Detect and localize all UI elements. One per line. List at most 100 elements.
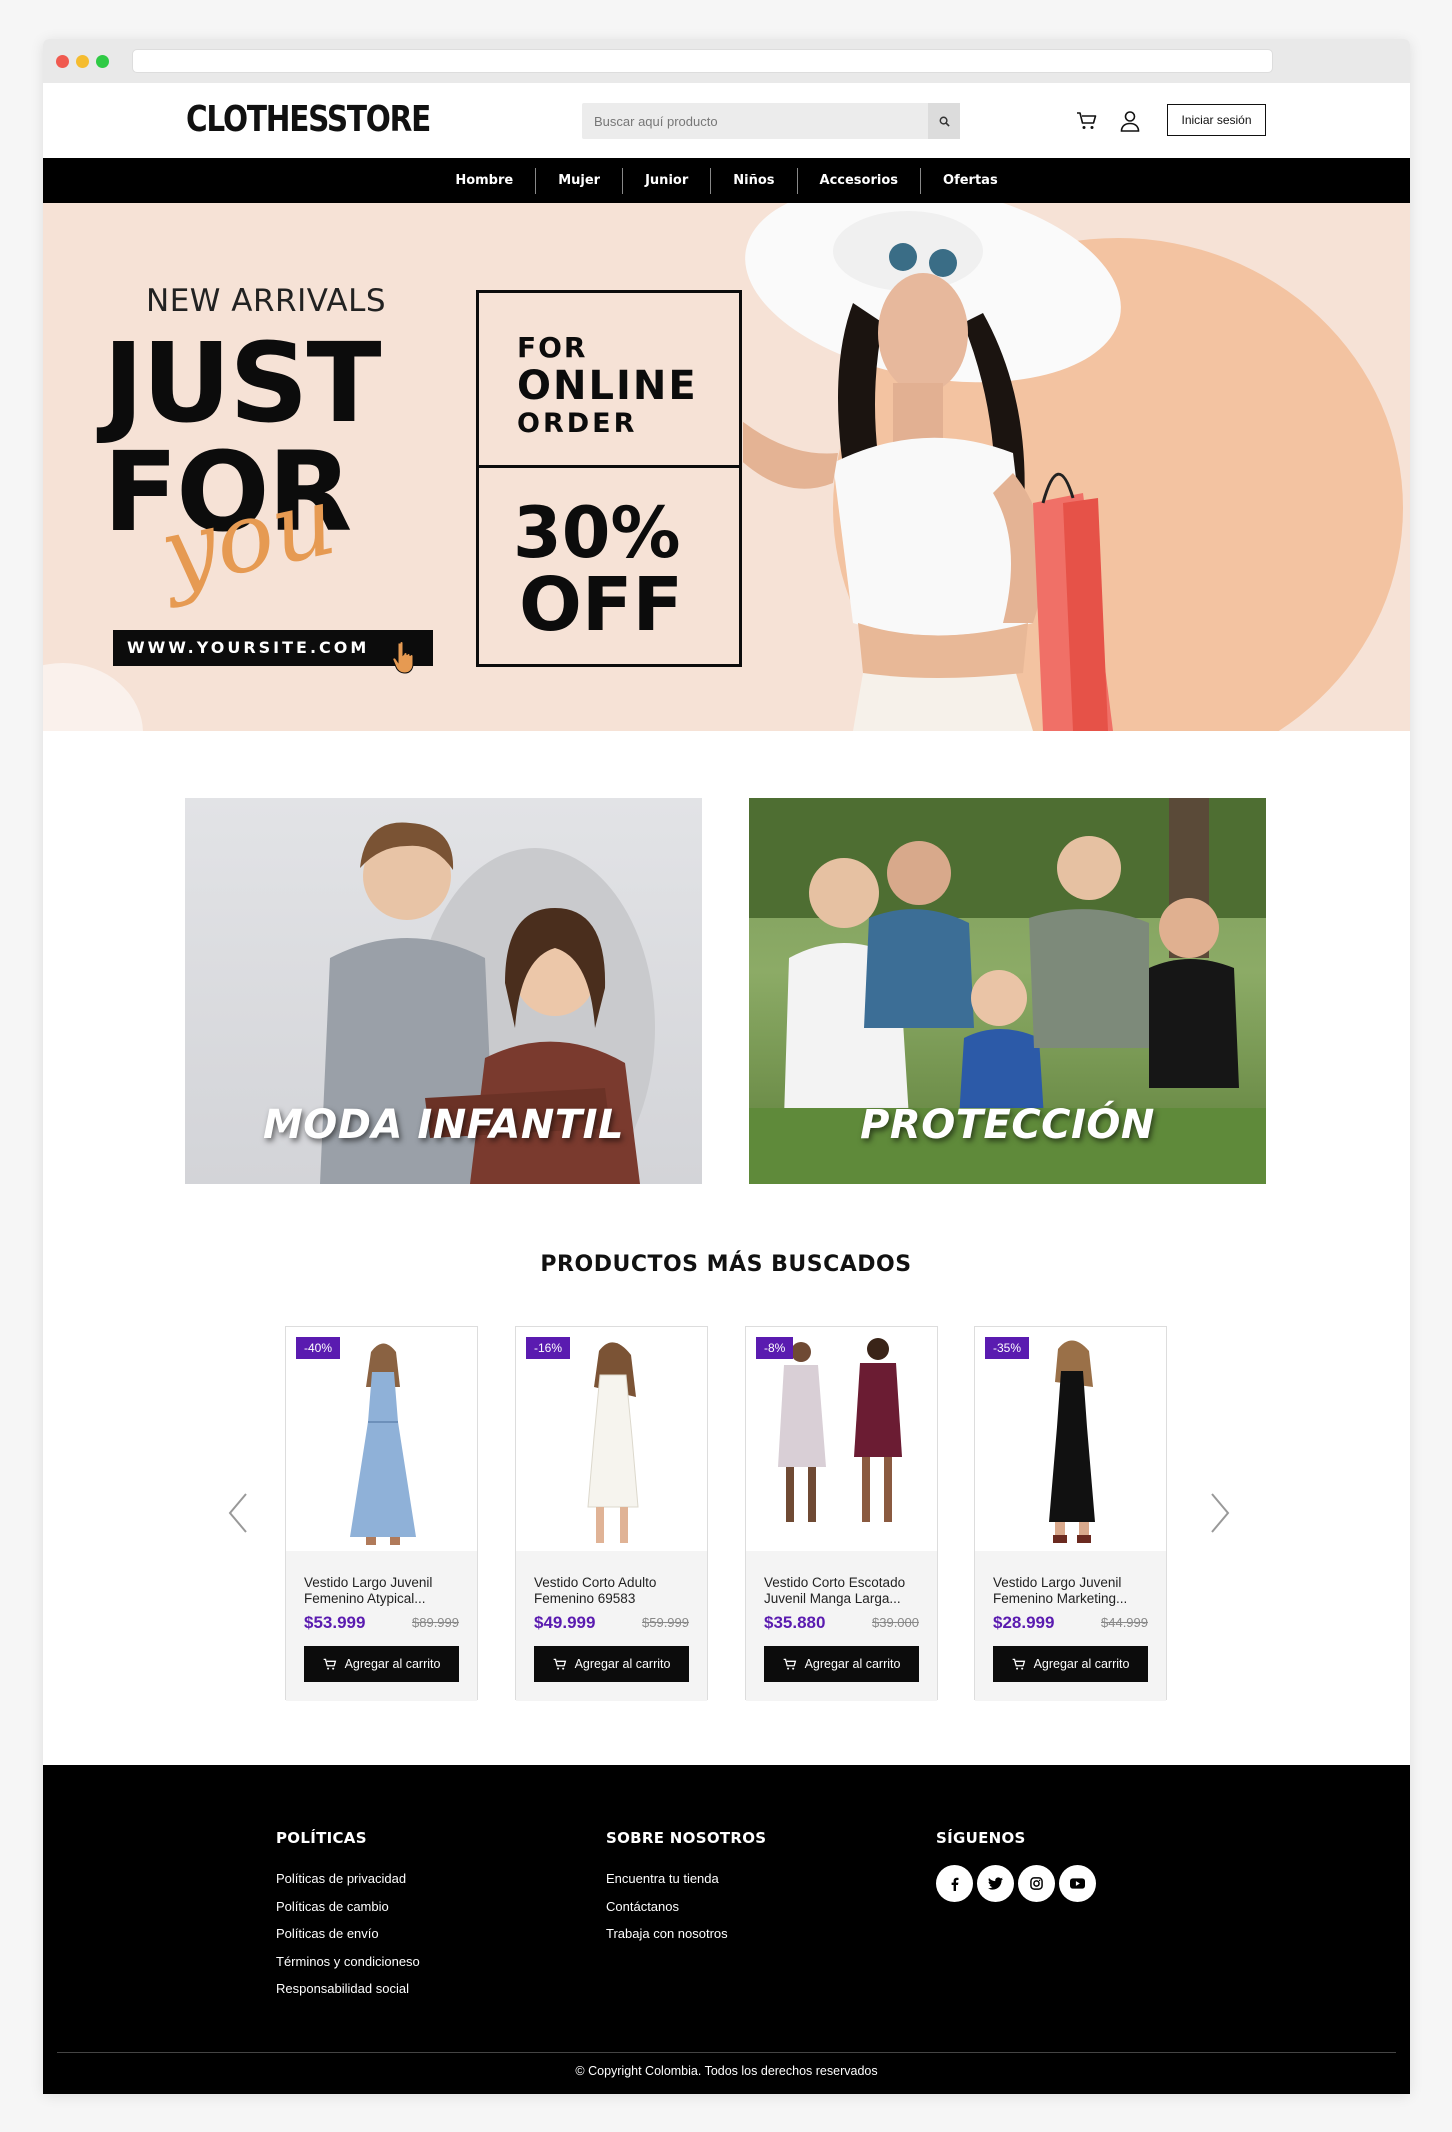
product-image[interactable]: -35% bbox=[975, 1327, 1166, 1551]
product-name[interactable]: Vestido Largo Juvenil Femenino Atypical.… bbox=[304, 1575, 464, 1607]
product-old-price: $89.999 bbox=[412, 1615, 459, 1630]
category-kids-label: MODA INFANTIL bbox=[262, 1102, 624, 1148]
carousel-next-icon[interactable] bbox=[1204, 1488, 1234, 1538]
footer-link-terms[interactable]: Términos y condicioneso bbox=[276, 1948, 420, 1976]
footer-policies: POLÍTICAS Políticas de privacidad Políti… bbox=[276, 1829, 420, 2003]
search-button[interactable] bbox=[928, 103, 960, 139]
add-to-cart-label: Agregar al carrito bbox=[344, 1657, 441, 1671]
add-to-cart-button[interactable]: Agregar al carrito bbox=[304, 1646, 459, 1682]
product-image[interactable]: -16% bbox=[516, 1327, 707, 1551]
cart-icon bbox=[783, 1658, 796, 1670]
add-to-cart-button[interactable]: Agregar al carrito bbox=[534, 1646, 689, 1682]
product-old-price: $44.999 bbox=[1101, 1615, 1148, 1630]
footer-link-contact[interactable]: Contáctanos bbox=[606, 1893, 766, 1921]
nav-item-ofertas[interactable]: Ofertas bbox=[921, 168, 1020, 194]
products-section-title: PRODUCTOS MÁS BUSCADOS bbox=[540, 1252, 912, 1277]
address-bar[interactable] bbox=[132, 49, 1273, 73]
promo-online: ONLINE bbox=[517, 363, 698, 409]
nav-item-hombre[interactable]: Hombre bbox=[433, 167, 537, 194]
product-card[interactable]: -8% Vestido Corto Escotado Juvenil Manga… bbox=[745, 1326, 938, 1701]
footer-link-social-responsibility[interactable]: Responsabilidad social bbox=[276, 1975, 420, 2003]
add-to-cart-button[interactable]: Agregar al carrito bbox=[764, 1646, 919, 1682]
cart-button[interactable] bbox=[1074, 108, 1100, 134]
login-button[interactable]: Iniciar sesión bbox=[1167, 104, 1266, 136]
footer-link-exchange[interactable]: Políticas de cambio bbox=[276, 1893, 420, 1921]
site-header: CLOTHESSTORE Iniciar sesión bbox=[43, 83, 1410, 158]
cart-icon bbox=[323, 1658, 336, 1670]
product-name[interactable]: Vestido Corto Escotado Juvenil Manga Lar… bbox=[764, 1575, 924, 1607]
dress-white-image bbox=[587, 1342, 639, 1543]
nav-item-mujer[interactable]: Mujer bbox=[536, 167, 624, 194]
product-info: Vestido Largo Juvenil Femenino Marketing… bbox=[975, 1551, 1166, 1701]
dress-blue-image bbox=[350, 1343, 416, 1545]
category-kids-banner[interactable]: MODA INFANTIL bbox=[185, 798, 702, 1184]
promo-percent: 30% bbox=[513, 492, 681, 574]
maximize-window-dot[interactable] bbox=[96, 55, 109, 68]
facebook-icon bbox=[951, 1877, 958, 1891]
discount-badge: -8% bbox=[756, 1337, 794, 1359]
search-box bbox=[582, 103, 960, 139]
footer-policies-title: POLÍTICAS bbox=[276, 1829, 367, 1847]
store-logo[interactable]: CLOTHESSTORE bbox=[186, 99, 431, 140]
add-to-cart-button[interactable]: Agregar al carrito bbox=[993, 1646, 1148, 1682]
minimize-window-dot[interactable] bbox=[76, 55, 89, 68]
hero-just: JUST bbox=[103, 319, 382, 447]
nav-item-accesorios[interactable]: Accesorios bbox=[798, 167, 922, 194]
footer-about: SOBRE NOSOTROS Encuentra tu tienda Contá… bbox=[606, 1829, 766, 1948]
social-links bbox=[936, 1865, 1096, 1902]
product-image[interactable]: -8% bbox=[746, 1327, 937, 1551]
footer-about-title: SOBRE NOSOTROS bbox=[606, 1829, 767, 1847]
main-nav: Hombre Mujer Junior Niños Accesorios Ofe… bbox=[43, 158, 1410, 203]
product-info: Vestido Corto Adulto Femenino 69583 $49.… bbox=[516, 1551, 707, 1701]
product-price: $35.880 bbox=[764, 1613, 826, 1632]
search-input[interactable] bbox=[582, 103, 928, 139]
dress-pair-image bbox=[778, 1338, 902, 1522]
close-window-dot[interactable] bbox=[56, 55, 69, 68]
product-price: $53.999 bbox=[304, 1613, 366, 1632]
add-to-cart-label: Agregar al carrito bbox=[574, 1657, 671, 1671]
footer-link-privacy[interactable]: Políticas de privacidad bbox=[276, 1865, 420, 1893]
footer-link-find-store[interactable]: Encuentra tu tienda bbox=[606, 1865, 766, 1893]
product-name[interactable]: Vestido Largo Juvenil Femenino Marketing… bbox=[993, 1575, 1153, 1607]
product-old-price: $59.999 bbox=[642, 1615, 689, 1630]
hero-model-image bbox=[743, 203, 1121, 731]
discount-badge: -16% bbox=[526, 1337, 571, 1359]
nav-item-ninos[interactable]: Niños bbox=[711, 167, 798, 194]
product-card[interactable]: -16% Vestido Corto Adulto Femenino 69583… bbox=[515, 1326, 708, 1701]
hero-site-url: WWW.YOURSITE.COM bbox=[113, 630, 433, 666]
product-name[interactable]: Vestido Corto Adulto Femenino 69583 bbox=[534, 1575, 694, 1607]
promo-order: ORDER bbox=[517, 408, 638, 439]
youtube-link[interactable] bbox=[1059, 1865, 1096, 1902]
discount-badge: -35% bbox=[985, 1337, 1030, 1359]
hero-banner[interactable]: NEW ARRIVALS JUST FOR you WWW.YOURSITE.C… bbox=[43, 203, 1410, 731]
product-info: Vestido Largo Juvenil Femenino Atypical.… bbox=[286, 1551, 477, 1701]
product-info: Vestido Corto Escotado Juvenil Manga Lar… bbox=[746, 1551, 937, 1701]
product-old-price: $39.000 bbox=[872, 1615, 919, 1630]
twitter-link[interactable] bbox=[977, 1865, 1014, 1902]
search-icon bbox=[939, 116, 950, 127]
promo-for: FOR bbox=[517, 331, 588, 364]
user-icon bbox=[1120, 111, 1140, 132]
footer-link-shipping[interactable]: Políticas de envío bbox=[276, 1920, 420, 1948]
instagram-link[interactable] bbox=[1018, 1865, 1055, 1902]
footer-link-careers[interactable]: Trabaja con nosotros bbox=[606, 1920, 766, 1948]
account-button[interactable] bbox=[1117, 108, 1143, 134]
twitter-icon bbox=[988, 1877, 1003, 1890]
pointer-hand-icon bbox=[392, 641, 414, 674]
nav-item-junior[interactable]: Junior bbox=[623, 167, 712, 194]
product-card[interactable]: -35% Vestido Largo Juvenil Femenino Mark… bbox=[974, 1326, 1167, 1701]
site-footer: POLÍTICAS Políticas de privacidad Políti… bbox=[43, 1765, 1410, 2094]
product-image[interactable]: -40% bbox=[286, 1327, 477, 1551]
discount-badge: -40% bbox=[296, 1337, 341, 1359]
cart-icon bbox=[553, 1658, 566, 1670]
copyright-text: © Copyright Colombia. Todos los derechos… bbox=[575, 2064, 878, 2078]
youtube-icon bbox=[1070, 1878, 1085, 1889]
facebook-link[interactable] bbox=[936, 1865, 973, 1902]
product-card[interactable]: -40% Vestido Largo Juvenil Femenino Atyp… bbox=[285, 1326, 478, 1701]
category-protection-banner[interactable]: PROTECCIÓN bbox=[749, 798, 1266, 1184]
promo-divider bbox=[479, 465, 739, 468]
carousel-prev-icon[interactable] bbox=[224, 1488, 254, 1538]
add-to-cart-label: Agregar al carrito bbox=[804, 1657, 901, 1671]
hero-decor-arc bbox=[43, 663, 143, 731]
product-price: $28.999 bbox=[993, 1613, 1055, 1632]
